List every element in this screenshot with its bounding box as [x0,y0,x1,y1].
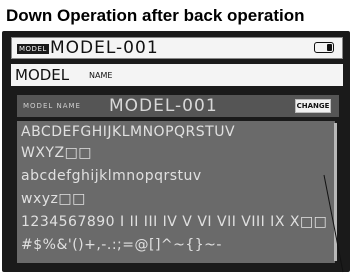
change-button[interactable]: CHANGE [295,99,331,113]
edit-field-label: MODEL NAME [23,102,81,110]
figure-caption: Down Operation after back operation [6,6,305,25]
menu-title: MODEL [15,66,70,84]
char-row[interactable]: WXYZ□□ [21,144,92,162]
character-palette[interactable]: ABCDEFGHIJKLMNOPQRSTUV WXYZ□□ abcdefghij… [17,121,335,263]
menu-subtitle: NAME [89,71,113,80]
model-tag: MODEL [17,44,49,54]
model-header-bar: MODEL MODEL-001 [11,37,343,59]
char-row[interactable]: ABCDEFGHIJKLMNOPQRSTUV [21,123,235,141]
edit-field-value: MODEL-001 [109,96,218,116]
screenshot-page: Down Operation after back operation MODE… [0,0,360,274]
name-editor-panel: MODEL NAME MODEL-001 CHANGE ABCDEFGHIJKL… [11,91,343,268]
char-row[interactable]: #$%&'()+,-.:;=@[]^~{}~- [21,236,222,254]
current-model-name: MODEL-001 [50,38,159,58]
char-row[interactable]: 1234567890 I II III IV V VI VII VIII IX … [21,213,327,231]
battery-level [327,44,332,51]
battery-icon [314,42,334,53]
lcd-screen: MODEL MODEL-001 MODEL NAME MODEL NAME MO… [2,31,350,272]
char-row[interactable]: abcdefghijklmnopqrstuv [21,167,202,185]
palette-scrollbar[interactable] [334,123,337,261]
model-name-menu-row[interactable]: MODEL NAME [11,64,343,86]
name-edit-field[interactable]: MODEL NAME MODEL-001 CHANGE [17,95,339,117]
char-row[interactable]: wxyz□□ [21,190,86,208]
